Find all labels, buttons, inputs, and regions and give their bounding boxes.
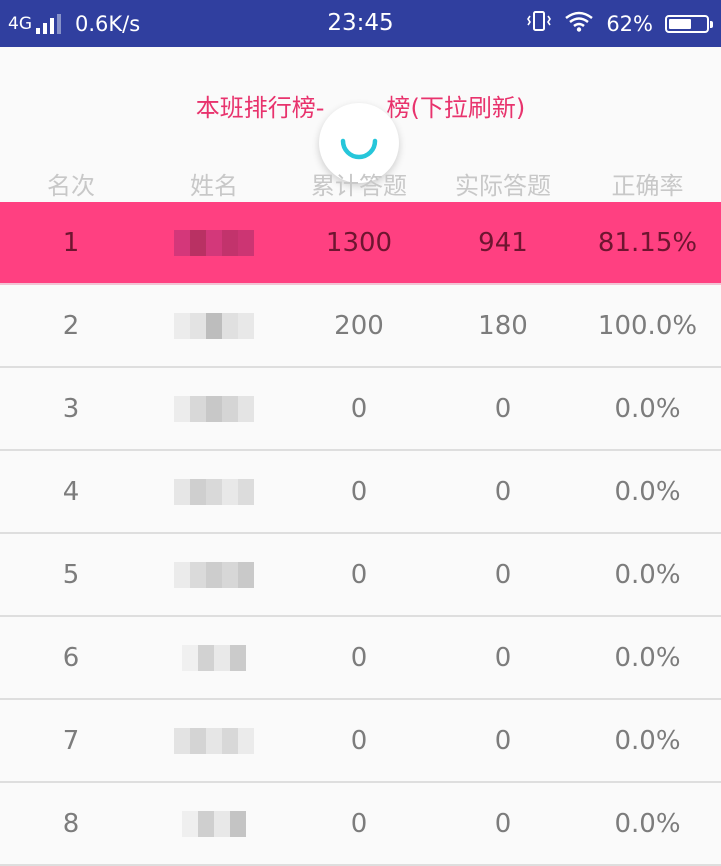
battery-icon [665,14,713,33]
table-row[interactable]: 4 0 0 0.0% [0,451,721,534]
rank-cell: 4 [62,476,80,507]
actual-cell: 0 [494,725,512,756]
actual-cell: 941 [478,227,528,258]
table-row[interactable]: 6 0 0 0.0% [0,617,721,700]
rate-cell: 0.0% [614,393,681,424]
battery-percent: 62% [606,11,653,36]
table-row[interactable]: 2 200 180 100.0% [0,285,721,368]
rank-cell: 1 [62,227,80,258]
actual-cell: 0 [494,393,512,424]
total-cell: 1300 [325,227,393,258]
rank-cell: 5 [62,559,80,590]
rank-cell: 8 [62,808,80,839]
table-row[interactable]: 3 0 0 0.0% [0,368,721,451]
status-right: 62% [526,0,713,47]
name-cell-redacted [142,312,286,339]
col-rate: 正确率 [611,172,684,200]
col-total: 累计答题 [311,172,407,200]
ranking-list[interactable]: 1 1300 941 81.15% 2 200 180 100.0% 3 0 0… [0,202,721,866]
actual-cell: 0 [494,642,512,673]
name-cell-redacted [142,727,286,754]
table-row[interactable]: 1 1300 941 81.15% [0,202,721,285]
page-title-start: 本班排行榜- [195,94,325,122]
rank-cell: 7 [62,725,80,756]
col-rank: 名次 [47,172,95,200]
rank-cell: 2 [62,310,80,341]
page-title-end: 榜(下拉刷新) [386,94,526,122]
actual-cell: 0 [494,808,512,839]
rate-cell: 100.0% [597,310,698,341]
total-cell: 0 [350,393,368,424]
status-bar: 4G 0.6K/s 23:45 62% [0,0,721,47]
table-row[interactable]: 5 0 0 0.0% [0,534,721,617]
actual-cell: 0 [494,476,512,507]
total-cell: 0 [350,476,368,507]
rate-cell: 0.0% [614,642,681,673]
name-cell-redacted [142,644,286,671]
wifi-icon [564,10,594,37]
loading-icon [340,138,378,160]
rate-cell: 81.15% [597,227,698,258]
total-cell: 0 [350,725,368,756]
rate-cell: 0.0% [614,725,681,756]
name-cell-redacted [142,478,286,505]
name-cell-redacted [142,229,286,256]
rank-cell: 6 [62,642,80,673]
actual-cell: 0 [494,559,512,590]
rate-cell: 0.0% [614,476,681,507]
name-cell-redacted [142,561,286,588]
table-row[interactable]: 8 0 0 0.0% [0,783,721,866]
total-cell: 0 [350,642,368,673]
col-actual: 实际答题 [455,172,551,200]
name-cell-redacted [142,810,286,837]
name-cell-redacted [142,395,286,422]
total-cell: 0 [350,559,368,590]
total-cell: 200 [334,310,384,341]
vibrate-icon [526,9,552,38]
col-name: 姓名 [190,172,238,200]
rate-cell: 0.0% [614,808,681,839]
actual-cell: 180 [478,310,528,341]
rate-cell: 0.0% [614,559,681,590]
rank-cell: 3 [62,393,80,424]
total-cell: 0 [350,808,368,839]
table-header: 名次 姓名 累计答题 实际答题 正确率 [0,166,721,206]
table-row[interactable]: 7 0 0 0.0% [0,700,721,783]
